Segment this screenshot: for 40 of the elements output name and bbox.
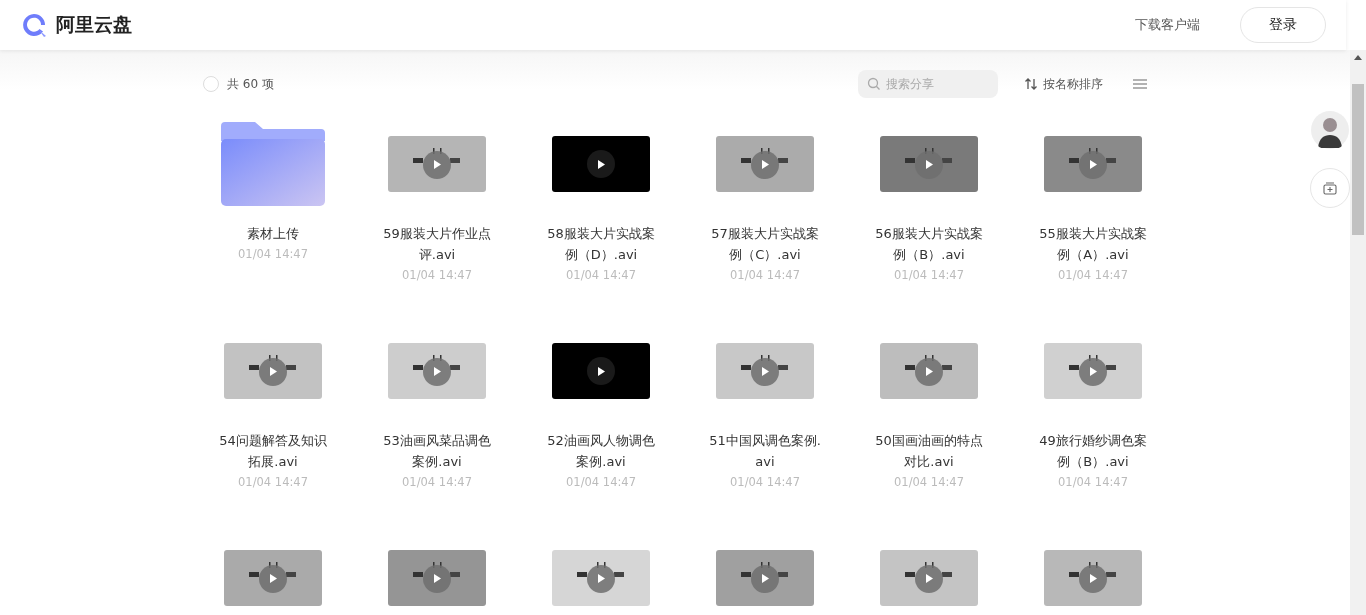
file-date: 01/04 14:47 <box>894 474 964 491</box>
sort-icon <box>1024 77 1038 91</box>
list-view-icon[interactable] <box>1133 79 1147 89</box>
file-name[interactable]: 49旅行婚纱调色案例（B）.avi <box>1037 430 1149 472</box>
file-name[interactable]: 59服装大片作业点评.avi <box>381 223 493 265</box>
search-field[interactable]: 搜索分享 <box>858 70 998 98</box>
logo-text: 阿里云盘 <box>56 12 132 37</box>
file-date: 01/04 14:47 <box>566 267 636 284</box>
file-date: 01/04 14:47 <box>1058 267 1128 284</box>
file-name[interactable]: 52油画风人物调色案例.avi <box>545 430 657 472</box>
file-date: 01/04 14:47 <box>730 474 800 491</box>
file-date: 01/04 14:47 <box>894 267 964 284</box>
file-name[interactable]: 54问题解答及知识拓展.avi <box>217 430 329 472</box>
logo-icon <box>20 11 48 39</box>
file-date: 01/04 14:47 <box>402 474 472 491</box>
file-date: 01/04 14:47 <box>402 267 472 284</box>
file-name[interactable]: 58服装大片实战案例（D）.avi <box>545 223 657 265</box>
file-name[interactable]: 55服装大片实战案例（A）.avi <box>1037 223 1149 265</box>
file-name[interactable]: 51中国风调色案例.avi <box>709 430 821 472</box>
file-name[interactable]: 56服装大片实战案例（B）.avi <box>873 223 985 265</box>
sort-button[interactable]: 按名称排序 <box>1024 75 1103 93</box>
folder-icon[interactable] <box>221 122 325 206</box>
file-date: 01/04 14:47 <box>1058 474 1128 491</box>
file-name[interactable]: 素材上传 <box>217 223 329 244</box>
download-link[interactable]: 下载客户端 <box>1135 16 1200 34</box>
scrollbar[interactable] <box>1350 50 1366 615</box>
file-date: 01/04 14:47 <box>238 474 308 491</box>
avatar[interactable] <box>1310 110 1350 150</box>
file-name[interactable]: 53油画风菜品调色案例.avi <box>381 430 493 472</box>
file-name[interactable]: 57服装大片实战案例（C）.avi <box>709 223 821 265</box>
file-name[interactable]: 50国画油画的特点对比.avi <box>873 430 985 472</box>
select-all-checkbox[interactable] <box>203 76 219 92</box>
item-count: 共 60 项 <box>227 75 274 93</box>
tray-plus-icon <box>1322 180 1338 196</box>
file-date: 01/04 14:47 <box>566 474 636 491</box>
search-icon <box>867 77 881 91</box>
file-date: 01/04 14:47 <box>730 267 800 284</box>
file-date: 01/04 14:47 <box>238 246 308 263</box>
save-to-drive-button[interactable] <box>1310 168 1350 208</box>
login-button[interactable]: 登录 <box>1240 7 1326 43</box>
